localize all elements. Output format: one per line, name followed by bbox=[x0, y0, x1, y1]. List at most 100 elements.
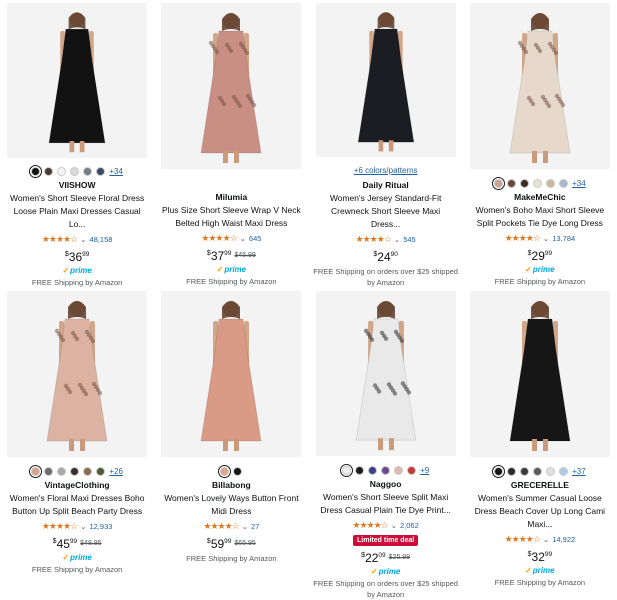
more-colors-link[interactable]: +9 bbox=[420, 466, 429, 475]
rating-row[interactable]: ★★★★☆ ⌄ 13,784 bbox=[505, 233, 576, 244]
product-title[interactable]: Women's Floral Maxi Dresses Boho Button … bbox=[7, 492, 147, 518]
rating-count[interactable]: 13,784 bbox=[552, 234, 575, 243]
color-swatch[interactable] bbox=[57, 166, 67, 176]
price[interactable]: $32 99 bbox=[528, 550, 553, 564]
product-title[interactable]: Plus Size Short Sleeve Wrap V Neck Belte… bbox=[161, 204, 301, 230]
color-swatch[interactable] bbox=[520, 178, 530, 188]
product-title[interactable]: Women's Short Sleeve Split Maxi Dress Ca… bbox=[316, 491, 456, 517]
more-colors-link[interactable]: +37 bbox=[572, 467, 586, 476]
color-swatch[interactable] bbox=[233, 466, 243, 476]
more-colors-link[interactable]: +34 bbox=[109, 167, 123, 176]
more-colors-link[interactable]: +26 bbox=[109, 467, 123, 476]
rating-row[interactable]: ★★★★☆ ⌄ 2,062 bbox=[352, 520, 418, 531]
product-title[interactable]: Women's Jersey Standard-Fit Crewneck Sho… bbox=[316, 192, 456, 231]
color-swatch[interactable] bbox=[559, 178, 569, 188]
rating-count[interactable]: 14,922 bbox=[552, 535, 575, 544]
product-card[interactable]: +34 MakeMeChic Women's Boho Maxi Short Sle… bbox=[463, 0, 617, 288]
color-swatch[interactable] bbox=[546, 178, 556, 188]
color-swatch[interactable] bbox=[218, 464, 232, 478]
color-swatch[interactable] bbox=[520, 466, 530, 476]
rating-count[interactable]: 48,158 bbox=[89, 235, 112, 244]
rating-row[interactable]: ★★★★☆ ⌄ 48,158 bbox=[42, 234, 113, 245]
price-whole: 45 bbox=[56, 537, 70, 551]
product-card[interactable]: +9 Naggoo Women's Short Sleeve Split Maxi … bbox=[309, 288, 463, 600]
price[interactable]: $59 99 $65.95 bbox=[207, 537, 256, 551]
rating-count[interactable]: 2,062 bbox=[400, 521, 419, 530]
price[interactable]: $45 99 $48.95 bbox=[53, 537, 102, 551]
product-title[interactable]: Women's Boho Maxi Short Sleeve Split Poc… bbox=[470, 204, 610, 230]
color-swatch[interactable] bbox=[533, 178, 543, 188]
color-swatch[interactable] bbox=[29, 164, 43, 178]
price[interactable]: $36 99 bbox=[65, 250, 90, 264]
color-swatch[interactable] bbox=[83, 166, 93, 176]
color-swatch[interactable] bbox=[407, 465, 417, 475]
product-card[interactable]: +6 colors/patterns Daily Ritual Women's Je… bbox=[309, 0, 463, 288]
product-image[interactable] bbox=[469, 291, 610, 457]
color-swatch[interactable] bbox=[44, 166, 54, 176]
brand-name: VintageClothing bbox=[44, 480, 110, 490]
product-title[interactable]: Women's Lovely Ways Button Front Midi Dr… bbox=[161, 492, 301, 518]
color-swatch[interactable] bbox=[492, 176, 506, 190]
product-title[interactable]: Women's Short Sleeve Floral Dress Loose … bbox=[7, 192, 147, 231]
color-swatch[interactable] bbox=[96, 166, 106, 176]
rating-row[interactable]: ★★★★☆ ⌄ 545 bbox=[356, 234, 416, 245]
color-swatch[interactable] bbox=[355, 465, 365, 475]
product-image[interactable] bbox=[469, 3, 610, 169]
shipping-info: FREE Shipping by Amazon bbox=[186, 277, 277, 286]
color-swatch[interactable] bbox=[546, 466, 556, 476]
color-swatch[interactable] bbox=[44, 466, 54, 476]
product-image[interactable] bbox=[315, 3, 456, 157]
color-swatch[interactable] bbox=[394, 465, 404, 475]
rating-row[interactable]: ★★★★☆ ⌄ 14,922 bbox=[505, 534, 576, 545]
product-card[interactable]: +34 VIISHOW Women's Short Sleeve Floral Dr… bbox=[0, 0, 154, 288]
product-card[interactable]: +37 GRECERELLE Women's Summer Casual Loose… bbox=[463, 288, 617, 600]
price[interactable]: $37 99 $45.99 bbox=[207, 249, 256, 263]
shipping-info: FREE Shipping by Amazon bbox=[31, 565, 123, 574]
rating-count[interactable]: 12,933 bbox=[89, 522, 112, 531]
star-rating-icon: ★★★★☆ bbox=[504, 534, 541, 544]
rating-count[interactable]: 545 bbox=[403, 235, 416, 244]
prime-badge: ✓ prime bbox=[371, 567, 401, 576]
rating-row[interactable]: ★★★★☆ ⌄ 12,933 bbox=[42, 521, 113, 532]
product-image[interactable] bbox=[315, 291, 456, 457]
color-swatch[interactable] bbox=[381, 465, 391, 475]
brand-name: GRECERELLE bbox=[510, 480, 569, 490]
product-image[interactable] bbox=[7, 291, 148, 457]
color-swatch[interactable] bbox=[96, 466, 106, 476]
rating-count[interactable]: 27 bbox=[251, 522, 259, 531]
chevron-down-icon: ⌄ bbox=[239, 234, 246, 243]
star-rating-icon: ★★★★☆ bbox=[201, 233, 237, 243]
color-swatch[interactable] bbox=[492, 464, 506, 478]
product-card[interactable]: Milumia Plus Size Short Sleeve Wrap V Nec… bbox=[154, 0, 308, 288]
price-cents: 99 bbox=[544, 250, 553, 257]
was-price: $25.99 bbox=[388, 554, 411, 561]
shipping-info: FREE Shipping by Amazon bbox=[494, 578, 586, 587]
more-colors-link[interactable]: +34 bbox=[572, 179, 586, 188]
colors-patterns-link[interactable]: +6 colors/patterns bbox=[354, 165, 418, 177]
color-swatch[interactable] bbox=[368, 465, 378, 475]
brand-name: Milumia bbox=[215, 192, 248, 202]
color-swatch[interactable] bbox=[559, 466, 569, 476]
price[interactable]: $24 90 bbox=[373, 250, 398, 264]
color-swatch[interactable] bbox=[507, 466, 517, 476]
rating-row[interactable]: ★★★★☆ ⌄ 645 bbox=[201, 233, 261, 244]
product-image[interactable] bbox=[7, 3, 148, 158]
color-swatch[interactable] bbox=[507, 178, 517, 188]
price[interactable]: $29 99 bbox=[528, 249, 553, 263]
color-swatch[interactable] bbox=[340, 463, 354, 477]
color-swatch[interactable] bbox=[83, 466, 93, 476]
product-card[interactable]: Billabong Women's Lovely Ways Button Fron… bbox=[154, 288, 308, 600]
rating-row[interactable]: ★★★★☆ ⌄ 27 bbox=[203, 521, 259, 532]
color-swatch[interactable] bbox=[70, 166, 80, 176]
product-card[interactable]: +26 VintageClothing Women's Floral Maxi Dr… bbox=[0, 288, 154, 600]
prime-badge: ✓ prime bbox=[525, 566, 555, 575]
price[interactable]: $22 09 $25.99 bbox=[361, 551, 410, 565]
color-swatch[interactable] bbox=[70, 466, 80, 476]
color-swatch[interactable] bbox=[29, 464, 43, 478]
product-title[interactable]: Women's Summer Casual Loose Dress Beach … bbox=[470, 492, 610, 531]
color-swatch[interactable] bbox=[533, 466, 543, 476]
color-swatch[interactable] bbox=[57, 466, 67, 476]
product-image[interactable] bbox=[161, 3, 302, 169]
product-image[interactable] bbox=[161, 291, 302, 457]
rating-count[interactable]: 645 bbox=[249, 234, 262, 243]
